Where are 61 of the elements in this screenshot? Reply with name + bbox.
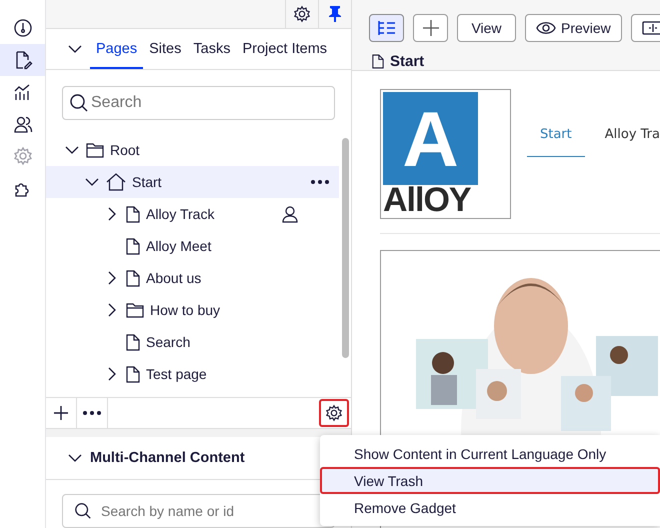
- tab[interactable]: Pages: [90, 31, 144, 69]
- search-field[interactable]: Search: [62, 86, 335, 120]
- chevron-down-icon[interactable]: [85, 178, 99, 186]
- tree-item-label: How to buy: [150, 302, 220, 318]
- eye-icon: [536, 21, 556, 35]
- search-icon: [74, 502, 92, 520]
- settings-icon: [325, 404, 343, 422]
- more-icon[interactable]: [311, 180, 329, 184]
- site-nav-link[interactable]: Alloy Tra: [604, 127, 660, 157]
- chevron-right-icon[interactable]: [108, 367, 116, 381]
- tree-view-button[interactable]: [369, 14, 404, 42]
- tab[interactable]: Project Items: [236, 31, 334, 69]
- tree-item[interactable]: Search: [46, 326, 339, 358]
- tree-item[interactable]: Alloy Meet: [46, 230, 339, 262]
- dashboard-icon: [12, 18, 32, 38]
- tree-item-label: Start: [132, 174, 162, 190]
- tree-item[interactable]: Test page: [46, 358, 339, 390]
- scrollbar-thumb[interactable]: [342, 138, 348, 358]
- rail-item[interactable]: [0, 44, 45, 76]
- search-icon: [69, 93, 89, 113]
- chevron-down-icon[interactable]: [65, 146, 79, 154]
- tab[interactable]: Tasks: [187, 31, 236, 69]
- settings-button[interactable]: [319, 399, 349, 427]
- tree-item-label: Root: [110, 142, 140, 158]
- tree-item[interactable]: Root: [46, 134, 339, 166]
- collapse-icon[interactable]: [68, 454, 82, 462]
- menu-item[interactable]: Show Content in Current Language Only: [320, 440, 660, 467]
- collapse-icon[interactable]: [68, 45, 82, 53]
- tree-item[interactable]: About us: [46, 262, 339, 294]
- add-button[interactable]: [413, 14, 448, 42]
- chevron-right-icon[interactable]: [108, 207, 116, 221]
- page-title: Start: [390, 53, 424, 70]
- tree-item[interactable]: Alloy Track: [46, 198, 339, 230]
- plus-icon: [422, 20, 438, 36]
- chevron-right-icon[interactable]: [108, 271, 116, 285]
- tree-item-label: Alloy Track: [146, 206, 214, 222]
- pin-icon: [327, 5, 343, 23]
- plus-icon: [54, 406, 68, 420]
- tab[interactable]: Sites: [143, 31, 188, 69]
- chevron-right-icon[interactable]: [108, 303, 116, 317]
- tree-item-label: About us: [146, 270, 202, 286]
- section-title: Multi-Channel Content: [90, 450, 245, 466]
- tree-view-icon: [376, 20, 396, 36]
- site-nav-link[interactable]: Start: [526, 127, 585, 157]
- tree-item-label: Search: [146, 334, 190, 350]
- more-icon: [83, 411, 101, 415]
- tree-item[interactable]: Start: [46, 166, 339, 198]
- menu-item[interactable]: View Trash: [320, 467, 660, 494]
- view-button[interactable]: View: [457, 14, 516, 42]
- search-field[interactable]: Search by name or id: [62, 494, 335, 528]
- tree-item-label: Alloy Meet: [146, 238, 212, 254]
- settings-icon: [12, 146, 32, 166]
- preview-button[interactable]: Preview: [525, 14, 622, 42]
- person-icon: [282, 206, 298, 222]
- logo: A AllOY: [380, 89, 511, 219]
- tree-item[interactable]: How to buy: [46, 294, 339, 326]
- users-icon: [12, 114, 32, 134]
- compare-icon: [642, 21, 660, 35]
- tree-item-label: Test page: [146, 366, 207, 382]
- page-icon: [372, 54, 384, 69]
- settings-icon: [293, 5, 311, 23]
